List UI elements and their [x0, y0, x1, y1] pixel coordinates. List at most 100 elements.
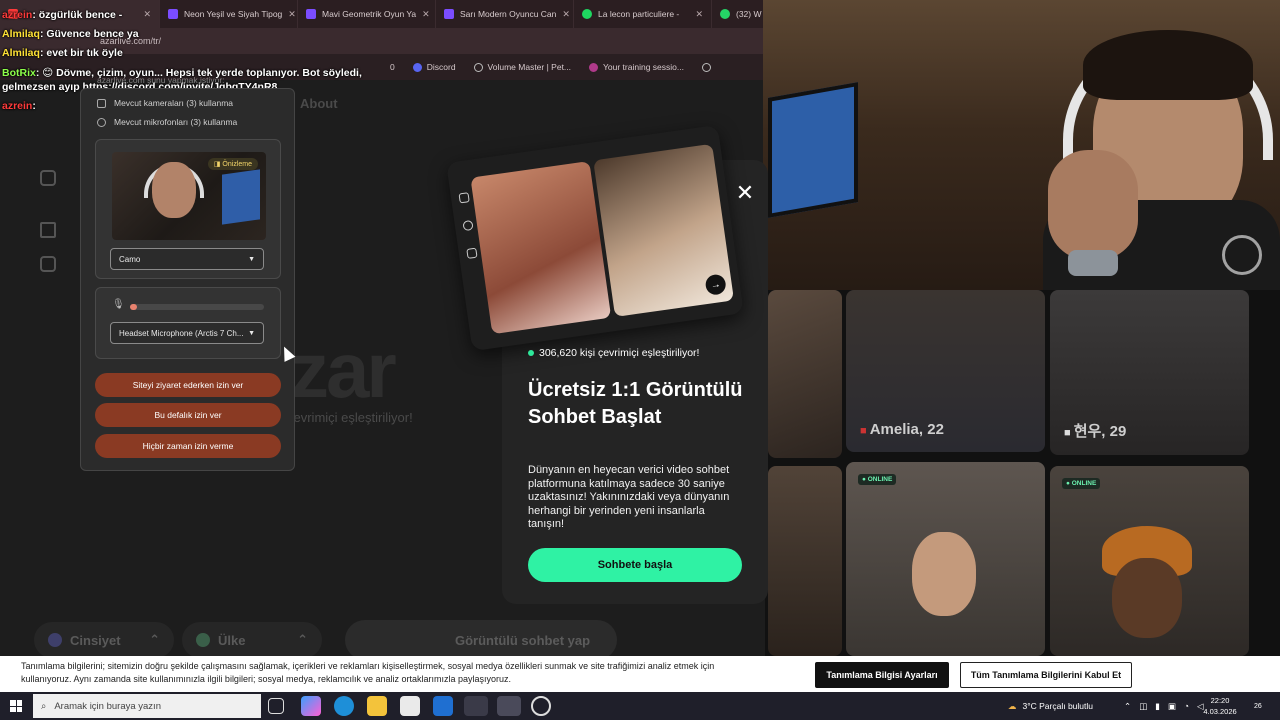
notification-count: 26 [1254, 702, 1262, 710]
help-icon [466, 247, 478, 259]
expand-icon[interactable] [40, 170, 56, 186]
never-allow-label: Hiçbir zaman izin verme [142, 441, 234, 451]
profile-photo [1112, 558, 1182, 638]
country-filter[interactable]: Ülke ⌃ [182, 622, 322, 658]
profile-name: ■ Amelia, 22 [860, 421, 944, 438]
chevron-up-icon[interactable]: ⌃ [1124, 701, 1131, 712]
camera-icon [97, 98, 106, 108]
mail-icon[interactable] [433, 696, 453, 716]
camera-permission-row: Mevcut kameraları (3) kullanma [97, 98, 233, 108]
weather-widget[interactable]: ☁ 3°C Parçalı bulutlu [1008, 692, 1093, 720]
globe-icon [701, 62, 711, 72]
search-icon: ⌕ [41, 700, 47, 712]
bookmark-volume-master[interactable]: Volume Master | Pet... [473, 62, 572, 72]
profile-card[interactable]: ● ONLINE [1050, 466, 1249, 656]
tab-item[interactable]: Sarı Modern Oyuncu Can ✕ [436, 0, 574, 28]
cookie-accept-button[interactable]: Tüm Tanımlama Bilgilerini Kabul Et [960, 662, 1132, 688]
online-badge-text: ONLINE [1071, 480, 1097, 487]
tab-item[interactable]: La lecon particuliere - ✕ [574, 0, 712, 28]
preview-badge: ◨ Önizleme [207, 158, 258, 170]
wifi-icon[interactable]: ◔ [1184, 701, 1189, 711]
weather-icon: ☁ [1008, 700, 1017, 711]
chrome-taskbar-icon[interactable] [497, 696, 521, 716]
profile-name-text: 현우, 29 [1073, 423, 1127, 440]
online-counter: 306,620 kişi çevrimiçi eşleştiriliyor! [528, 347, 699, 359]
profile-card[interactable]: ■ Amelia, 22 [846, 290, 1045, 452]
profile-name-text: Amelia, 22 [869, 421, 944, 438]
tab-close-icon[interactable]: ✕ [562, 9, 570, 20]
bookmark-label: Discord [426, 62, 456, 72]
bookmark-discord[interactable]: Discord [412, 62, 456, 72]
app-icon[interactable]: ▣ [1168, 701, 1176, 712]
mic-level-bar [130, 304, 264, 310]
cookie-accept-label: Tüm Tanımlama Bilgilerini Kabul Et [970, 670, 1122, 680]
chat-text: : evet bir tık öyle [39, 47, 123, 59]
allow-once-button[interactable]: Bu defalık izin ver [95, 403, 281, 427]
microphone-icon [97, 117, 106, 127]
sparkle-icon [462, 219, 474, 232]
file-explorer-icon[interactable] [367, 696, 387, 716]
modal-description: Dünyanın en heyecan verici video sohbet … [528, 464, 730, 530]
tab-item[interactable]: (32) W [712, 0, 765, 28]
start-chat-label: Sohbete başla [597, 559, 673, 571]
camera-preview: ◨ Önizleme [112, 152, 266, 240]
chat-user: BotRix [2, 67, 36, 79]
chat-user: azrein [2, 9, 33, 21]
mic-select[interactable]: Headset Microphone (Arctis 7 Ch... ▼ [110, 322, 264, 344]
store-icon[interactable] [400, 696, 420, 716]
clock-date: 4.03.2026 [1203, 707, 1237, 716]
profile-card[interactable] [768, 290, 842, 458]
video-chat-button[interactable]: Görüntülü sohbet yap [345, 620, 617, 660]
allow-once-label: Bu defalık izin ver [154, 410, 222, 420]
chevron-up-icon: ⌃ [149, 632, 160, 647]
camera-select[interactable]: Camo ▼ [110, 248, 264, 270]
training-icon [589, 62, 599, 72]
online-subtitle: çevrimiçi eşleştiriliyor! [287, 410, 413, 425]
cookie-settings-button[interactable]: Tanımlama Bilgisi Ayarları [815, 662, 949, 688]
modal-title: Ücretsiz 1:1 Görüntülü Sohbet Başlat [528, 379, 743, 428]
streamer-webcam [763, 0, 1280, 290]
network-icon[interactable]: ◫ [1139, 701, 1147, 712]
gender-icon [48, 633, 62, 647]
tab-close-icon[interactable]: ✕ [422, 9, 430, 20]
online-badge-text: ONLINE [867, 476, 893, 483]
bookmark-training[interactable]: Your training sessio... [589, 62, 684, 72]
bookmark-label: Volume Master | Pet... [487, 62, 572, 72]
chat-text: : özgürlük bence - [32, 9, 123, 21]
allow-while-visiting-button[interactable]: Siteyi ziyaret ederken izin ver [95, 373, 281, 397]
discord-taskbar-icon[interactable] [464, 696, 488, 716]
task-view-icon[interactable] [268, 698, 284, 714]
gender-filter[interactable]: Cinsiyet ⌃ [34, 622, 174, 658]
gender-filter-label: Cinsiyet [70, 632, 121, 648]
online-badge: ● ONLINE [1062, 478, 1101, 489]
expand-icon [458, 192, 470, 204]
taskbar-search[interactable]: ⌕ Aramak için buraya yazın [33, 694, 261, 718]
tab-close-icon[interactable]: ✕ [695, 9, 703, 20]
windows-start-icon[interactable] [10, 700, 22, 712]
online-counter-text: 306,620 kişi çevrimiçi eşleştiriliyor! [539, 347, 700, 359]
globe-icon [196, 633, 210, 647]
notification-center[interactable]: 26 [1254, 692, 1262, 720]
start-chat-button[interactable]: Sohbete başla [528, 548, 742, 582]
woman-photo [470, 161, 612, 335]
bookmark-extra[interactable] [701, 62, 711, 72]
profile-card[interactable]: ■ 현우, 29 [1050, 290, 1249, 455]
permission-title: azarlive.com şunu yapmak istiyor: [97, 75, 225, 85]
camera-section: ◨ Önizleme Camo ▼ [95, 139, 281, 279]
profile-card[interactable]: ● ONLINE [846, 462, 1045, 656]
profile-grid: ■ Amelia, 22 ■ 현우, 29 ● ONLINE ● ONLINE [765, 290, 1280, 656]
face-icon[interactable] [40, 256, 56, 272]
microphone-icon: 🎙 [112, 299, 125, 310]
magic-wand-icon[interactable] [40, 222, 56, 238]
profile-card[interactable] [768, 466, 842, 656]
never-allow-button[interactable]: Hiçbir zaman izin verme [95, 434, 281, 458]
chat-message: azrein: özgürlük bence - [2, 6, 392, 25]
edge-icon[interactable] [334, 696, 354, 716]
chat-text: : [32, 100, 36, 112]
copilot-icon[interactable] [301, 696, 321, 716]
close-icon[interactable]: ✕ [734, 182, 756, 204]
flag-icon: ■ [1064, 427, 1074, 439]
microphone-icon[interactable]: ▮ [1155, 701, 1160, 712]
taskbar-clock[interactable]: 22:20 4.03.2026 [1200, 695, 1240, 717]
obs-icon[interactable] [531, 696, 551, 716]
